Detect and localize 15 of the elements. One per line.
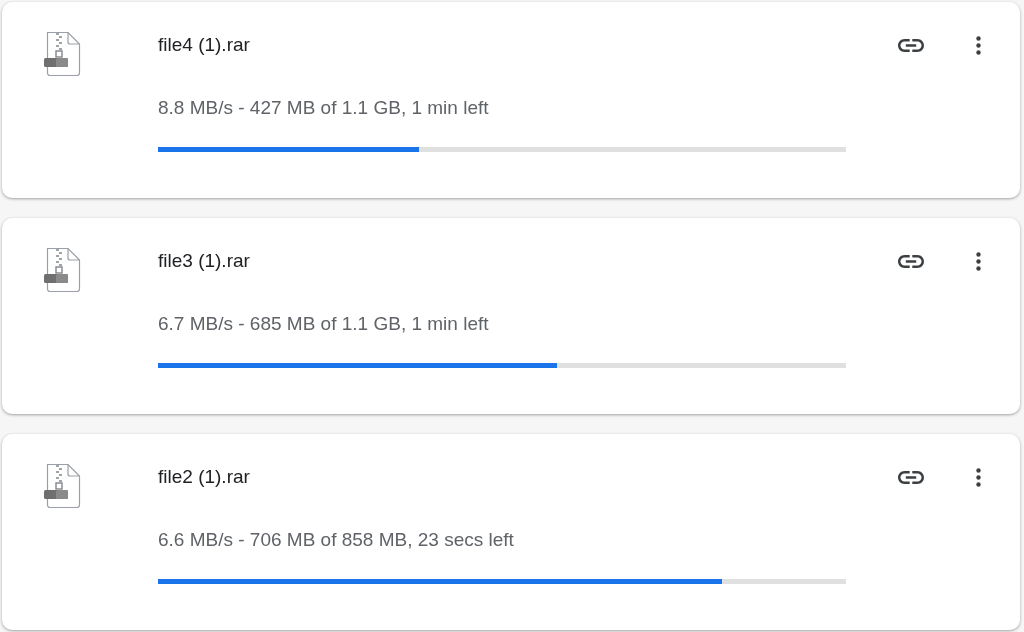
more-options-icon bbox=[975, 467, 981, 487]
zip-file-icon bbox=[43, 31, 81, 77]
link-icon bbox=[898, 254, 924, 268]
download-status: 6.7 MB/s - 685 MB of 1.1 GB, 1 min left bbox=[158, 312, 489, 336]
zip-file-icon bbox=[43, 463, 81, 509]
file-name-link[interactable]: file3 (1).rar bbox=[158, 248, 250, 274]
download-status: 8.8 MB/s - 427 MB of 1.1 GB, 1 min left bbox=[158, 96, 489, 120]
file-name-link[interactable]: file2 (1).rar bbox=[158, 464, 250, 490]
link-icon bbox=[898, 470, 924, 484]
link-icon bbox=[898, 38, 924, 52]
more-options-icon bbox=[975, 35, 981, 55]
more-options-icon bbox=[975, 251, 981, 271]
zip-file-icon bbox=[43, 247, 81, 293]
file-name-link[interactable]: file4 (1).rar bbox=[158, 32, 250, 58]
download-status: 6.6 MB/s - 706 MB of 858 MB, 23 secs left bbox=[158, 528, 514, 552]
